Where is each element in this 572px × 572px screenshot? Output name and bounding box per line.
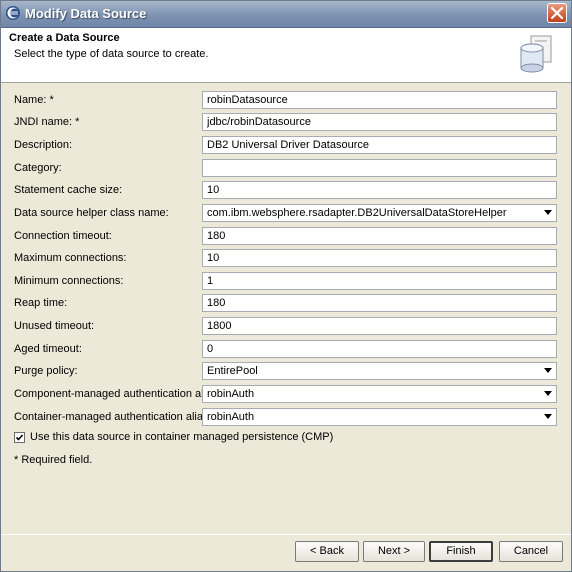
- reap-time-label: Reap time:: [14, 297, 68, 309]
- page-description: Select the type of data source to create…: [14, 48, 209, 60]
- component-auth-alias-row: Component-managed authentication alias: …: [1, 384, 571, 406]
- reap-time-row: Reap time:: [1, 293, 571, 315]
- modify-data-source-dialog: Modify Data Source Create a Data Source …: [0, 0, 572, 572]
- helper-class-row: Data source helper class name: com.ibm.w…: [1, 203, 571, 225]
- next-button[interactable]: Next >: [363, 541, 425, 562]
- description-row: Description:: [1, 135, 571, 157]
- close-icon: [551, 7, 563, 19]
- minimum-connections-label: Minimum connections:: [14, 275, 124, 287]
- page-title: Create a Data Source: [9, 32, 120, 44]
- statement-cache-size-field[interactable]: [202, 181, 557, 199]
- chevron-down-icon: [544, 414, 552, 419]
- category-label: Category:: [14, 162, 62, 174]
- container-auth-alias-label: Container-managed authentication alias:: [14, 411, 212, 423]
- statement-cache-size-label: Statement cache size:: [14, 184, 123, 196]
- chevron-down-icon: [544, 391, 552, 396]
- window-title: Modify Data Source: [25, 6, 147, 21]
- description-field[interactable]: [202, 136, 557, 154]
- back-button[interactable]: < Back: [295, 541, 359, 562]
- category-field[interactable]: [202, 159, 557, 177]
- reap-time-field[interactable]: [202, 294, 557, 312]
- cmp-checkbox[interactable]: [14, 432, 25, 443]
- jndi-name-field[interactable]: [202, 113, 557, 131]
- unused-timeout-label: Unused timeout:: [14, 320, 95, 332]
- wizard-header: Create a Data Source Select the type of …: [1, 28, 571, 83]
- cmp-checkbox-row[interactable]: Use this data source in container manage…: [14, 431, 414, 447]
- purge-policy-dropdown-button[interactable]: [541, 364, 555, 378]
- purge-policy-label: Purge policy:: [14, 365, 78, 377]
- helper-class-value: com.ibm.websphere.rsadapter.DB2Universal…: [207, 207, 507, 219]
- unused-timeout-row: Unused timeout:: [1, 316, 571, 338]
- jndi-name-label: JNDI name: *: [14, 116, 80, 128]
- helper-class-label: Data source helper class name:: [14, 207, 169, 219]
- maximum-connections-label: Maximum connections:: [14, 252, 127, 264]
- container-auth-alias-row: Container-managed authentication alias: …: [1, 407, 571, 429]
- purge-policy-row: Purge policy: EntirePool: [1, 361, 571, 383]
- purge-policy-value: EntirePool: [207, 365, 258, 377]
- component-auth-alias-label: Component-managed authentication alias:: [14, 388, 221, 400]
- name-field[interactable]: [202, 91, 557, 109]
- name-row: Name: *: [1, 90, 571, 112]
- component-auth-alias-value: robinAuth: [207, 388, 255, 400]
- name-label: Name: *: [14, 94, 54, 106]
- container-auth-alias-value: robinAuth: [207, 411, 255, 423]
- container-auth-alias-dropdown-button[interactable]: [541, 410, 555, 424]
- connection-timeout-label: Connection timeout:: [14, 230, 112, 242]
- aged-timeout-row: Aged timeout:: [1, 339, 571, 361]
- maximum-connections-row: Maximum connections:: [1, 248, 571, 270]
- cancel-button[interactable]: Cancel: [499, 541, 563, 562]
- connection-timeout-field[interactable]: [202, 227, 557, 245]
- cmp-checkbox-label[interactable]: Use this data source in container manage…: [30, 431, 333, 443]
- component-auth-alias-dropdown[interactable]: robinAuth: [202, 385, 557, 403]
- footer-divider: [1, 534, 571, 535]
- aged-timeout-label: Aged timeout:: [14, 343, 82, 355]
- helper-class-dropdown[interactable]: com.ibm.websphere.rsadapter.DB2Universal…: [202, 204, 557, 222]
- statement-cache-size-row: Statement cache size:: [1, 180, 571, 202]
- close-button[interactable]: [547, 3, 567, 23]
- maximum-connections-field[interactable]: [202, 249, 557, 267]
- title-bar[interactable]: Modify Data Source: [1, 1, 571, 28]
- database-icon: [520, 35, 552, 73]
- unused-timeout-field[interactable]: [202, 317, 557, 335]
- connection-timeout-row: Connection timeout:: [1, 226, 571, 248]
- category-row: Category:: [1, 158, 571, 180]
- minimum-connections-field[interactable]: [202, 272, 557, 290]
- chevron-down-icon: [544, 368, 552, 373]
- minimum-connections-row: Minimum connections:: [1, 271, 571, 293]
- eclipse-icon: [6, 6, 20, 20]
- checkmark-icon: [15, 434, 24, 441]
- finish-button[interactable]: Finish: [429, 541, 493, 562]
- aged-timeout-field[interactable]: [202, 340, 557, 358]
- required-field-note: * Required field.: [14, 454, 93, 466]
- container-auth-alias-dropdown[interactable]: robinAuth: [202, 408, 557, 426]
- helper-class-dropdown-button[interactable]: [541, 206, 555, 220]
- purge-policy-dropdown[interactable]: EntirePool: [202, 362, 557, 380]
- chevron-down-icon: [544, 210, 552, 215]
- component-auth-alias-dropdown-button[interactable]: [541, 387, 555, 401]
- jndi-name-row: JNDI name: *: [1, 112, 571, 134]
- description-label: Description:: [14, 139, 73, 151]
